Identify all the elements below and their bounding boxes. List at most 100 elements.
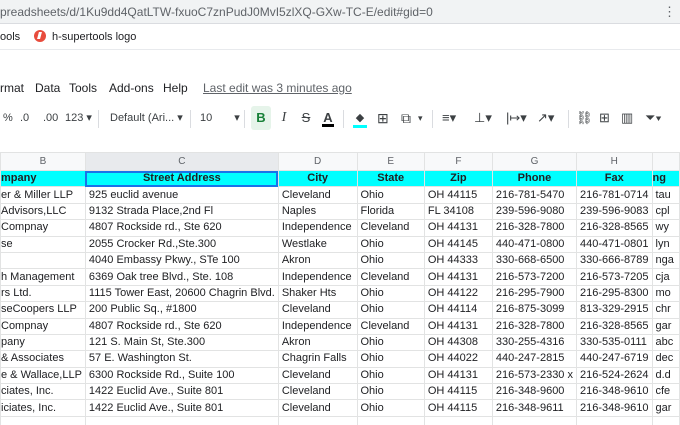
last-edit-link[interactable]: Last edit was 3 minutes ago xyxy=(203,76,352,100)
table-cell[interactable]: Compnay xyxy=(0,317,86,335)
table-cell[interactable]: mo xyxy=(651,284,680,303)
table-cell[interactable]: OH 44115 xyxy=(423,383,493,401)
table-cell[interactable]: 440-247-6719 xyxy=(575,350,653,368)
table-cell[interactable]: 216-348-9611 xyxy=(491,399,577,417)
bookmark-supertools[interactable]: h-supertools logo xyxy=(34,24,136,50)
spreadsheet-grid[interactable]: B C D E F G H mpany Street Address City … xyxy=(0,152,680,425)
table-cell[interactable]: 4040 Embassy Pkwy., STe 100 xyxy=(84,251,279,270)
table-cell[interactable]: 925 euclid avenue xyxy=(84,186,279,204)
table-cell[interactable]: Cleveland xyxy=(277,366,358,385)
table-cell[interactable]: 216-328-8565 xyxy=(575,317,653,335)
chevron-down-icon[interactable]: ▾ xyxy=(418,104,423,132)
table-cell[interactable]: Florida xyxy=(356,202,425,221)
table-cell[interactable]: cja xyxy=(651,268,680,286)
table-cell[interactable]: pany xyxy=(0,333,86,352)
table-cell[interactable]: Akron xyxy=(277,251,358,270)
table-cell[interactable]: OH 44115 xyxy=(423,186,493,204)
table-cell[interactable]: OH 44131 xyxy=(423,268,493,286)
table-cell[interactable]: 239-596-9083 xyxy=(575,202,653,221)
table-cell[interactable]: OH 44145 xyxy=(423,235,493,253)
font-size-select[interactable]: 10 ▾ xyxy=(200,104,240,132)
table-cell[interactable]: lyn xyxy=(651,235,680,253)
table-cell[interactable]: er & Miller LLP xyxy=(0,186,86,204)
table-cell[interactable]: Ohio xyxy=(356,366,425,385)
text-color-button[interactable]: A xyxy=(322,104,334,132)
table-cell[interactable]: chr xyxy=(651,301,680,319)
table-cell[interactable]: OH 44131 xyxy=(423,366,493,385)
table-cell[interactable]: Cleveland xyxy=(356,317,425,335)
table-cell[interactable] xyxy=(356,415,425,425)
table-cell[interactable]: 216-328-7800 xyxy=(491,317,577,335)
column-header-c[interactable]: C xyxy=(84,152,279,171)
table-cell[interactable]: 440-247-2815 xyxy=(491,350,577,368)
bookmark-tools[interactable]: ools xyxy=(0,24,20,50)
column-header-i[interactable] xyxy=(651,152,680,171)
table-cell[interactable]: 216-328-8565 xyxy=(575,219,653,237)
table-cell[interactable]: Cleveland xyxy=(277,186,358,204)
bold-button[interactable]: B xyxy=(251,106,271,130)
table-cell[interactable]: nga xyxy=(651,251,680,270)
table-cell[interactable]: dec xyxy=(651,350,680,368)
table-cell[interactable]: 216-781-0714 xyxy=(575,186,653,204)
table-cell[interactable]: 121 S. Main St, Ste.300 xyxy=(84,333,279,352)
table-cell[interactable]: FL 34108 xyxy=(423,202,493,221)
table-cell[interactable]: 6300 Rockside Rd., Suite 100 xyxy=(84,366,279,385)
table-cell[interactable]: 216-573-2330 x xyxy=(491,366,577,385)
table-cell[interactable]: Ohio xyxy=(356,350,425,368)
chart-icon[interactable]: ▥ xyxy=(621,104,633,132)
column-header-b[interactable]: B xyxy=(0,152,86,171)
increase-decimal-button[interactable]: .00 xyxy=(43,104,58,132)
table-cell[interactable]: 6369 Oak tree Blvd., Ste. 108 xyxy=(84,268,279,286)
table-cell[interactable]: 440-471-0800 xyxy=(491,235,577,253)
table-cell[interactable]: 216-781-5470 xyxy=(491,186,577,204)
table-cell[interactable]: 1422 Euclid Ave., Suite 801 xyxy=(84,399,279,417)
table-cell[interactable]: h Management xyxy=(0,268,86,286)
table-cell[interactable]: 239-596-9080 xyxy=(491,202,577,221)
decrease-decimal-button[interactable]: .0 xyxy=(20,104,29,132)
link-icon[interactable]: ⛓ xyxy=(576,104,593,132)
table-cell[interactable]: tau xyxy=(651,186,680,204)
table-cell[interactable]: 4807 Rockside rd., Ste 620 xyxy=(84,219,279,237)
table-cell[interactable]: 216-328-7800 xyxy=(491,219,577,237)
filter-icon[interactable]: ⏷▾ xyxy=(645,104,662,132)
table-cell[interactable]: Independence xyxy=(277,219,358,237)
table-cell[interactable]: Ohio xyxy=(356,284,425,303)
table-cell[interactable]: Cleveland xyxy=(277,301,358,319)
table-cell[interactable]: Compnay xyxy=(0,219,86,237)
table-cell[interactable]: Cleveland xyxy=(277,399,358,417)
table-cell[interactable]: 200 Public Sq., #1800 xyxy=(84,301,279,319)
table-cell[interactable]: se xyxy=(0,235,86,253)
table-cell[interactable]: 216-875-3099 xyxy=(491,301,577,319)
table-cell[interactable]: 330-255-4316 xyxy=(491,333,577,352)
table-cell[interactable]: wy xyxy=(651,219,680,237)
table-cell[interactable]: 216-348-9600 xyxy=(491,383,577,401)
strikethrough-button[interactable]: S xyxy=(300,104,312,132)
merge-cells-icon[interactable]: ⧉ xyxy=(401,104,411,132)
table-cell[interactable] xyxy=(423,415,493,425)
table-cell[interactable] xyxy=(84,415,279,425)
menu-help[interactable]: Help xyxy=(163,76,188,100)
table-cell[interactable] xyxy=(0,415,86,425)
table-cell[interactable]: ciates, Inc. xyxy=(0,383,86,401)
header-cell-street[interactable]: Street Address xyxy=(84,169,279,188)
table-cell[interactable]: 216-295-7900 xyxy=(491,284,577,303)
table-cell[interactable]: 2055 Crocker Rd.,Ste.300 xyxy=(84,235,279,253)
table-cell[interactable] xyxy=(575,415,653,425)
table-cell[interactable]: OH 44131 xyxy=(423,317,493,335)
table-cell[interactable]: abc xyxy=(651,333,680,352)
menu-format[interactable]: rmat xyxy=(0,76,24,100)
table-cell[interactable]: 440-471-0801 xyxy=(575,235,653,253)
table-cell[interactable]: 330-666-8789 xyxy=(575,251,653,270)
header-cell-zip[interactable]: Zip xyxy=(423,169,493,188)
font-select[interactable]: Default (Ari... ▾ xyxy=(110,104,183,132)
column-header-f[interactable]: F xyxy=(423,152,493,171)
table-cell[interactable]: OH 44131 xyxy=(423,219,493,237)
italic-button[interactable]: I xyxy=(278,104,290,132)
table-cell[interactable]: seCoopers LLP xyxy=(0,301,86,319)
table-cell[interactable]: Ohio xyxy=(356,301,425,319)
table-cell[interactable]: 1422 Euclid Ave., Suite 801 xyxy=(84,383,279,401)
menu-tools[interactable]: Tools xyxy=(69,76,97,100)
table-cell[interactable]: OH 44122 xyxy=(423,284,493,303)
table-cell[interactable]: OH 44333 xyxy=(423,251,493,270)
column-header-h[interactable]: H xyxy=(575,152,653,171)
